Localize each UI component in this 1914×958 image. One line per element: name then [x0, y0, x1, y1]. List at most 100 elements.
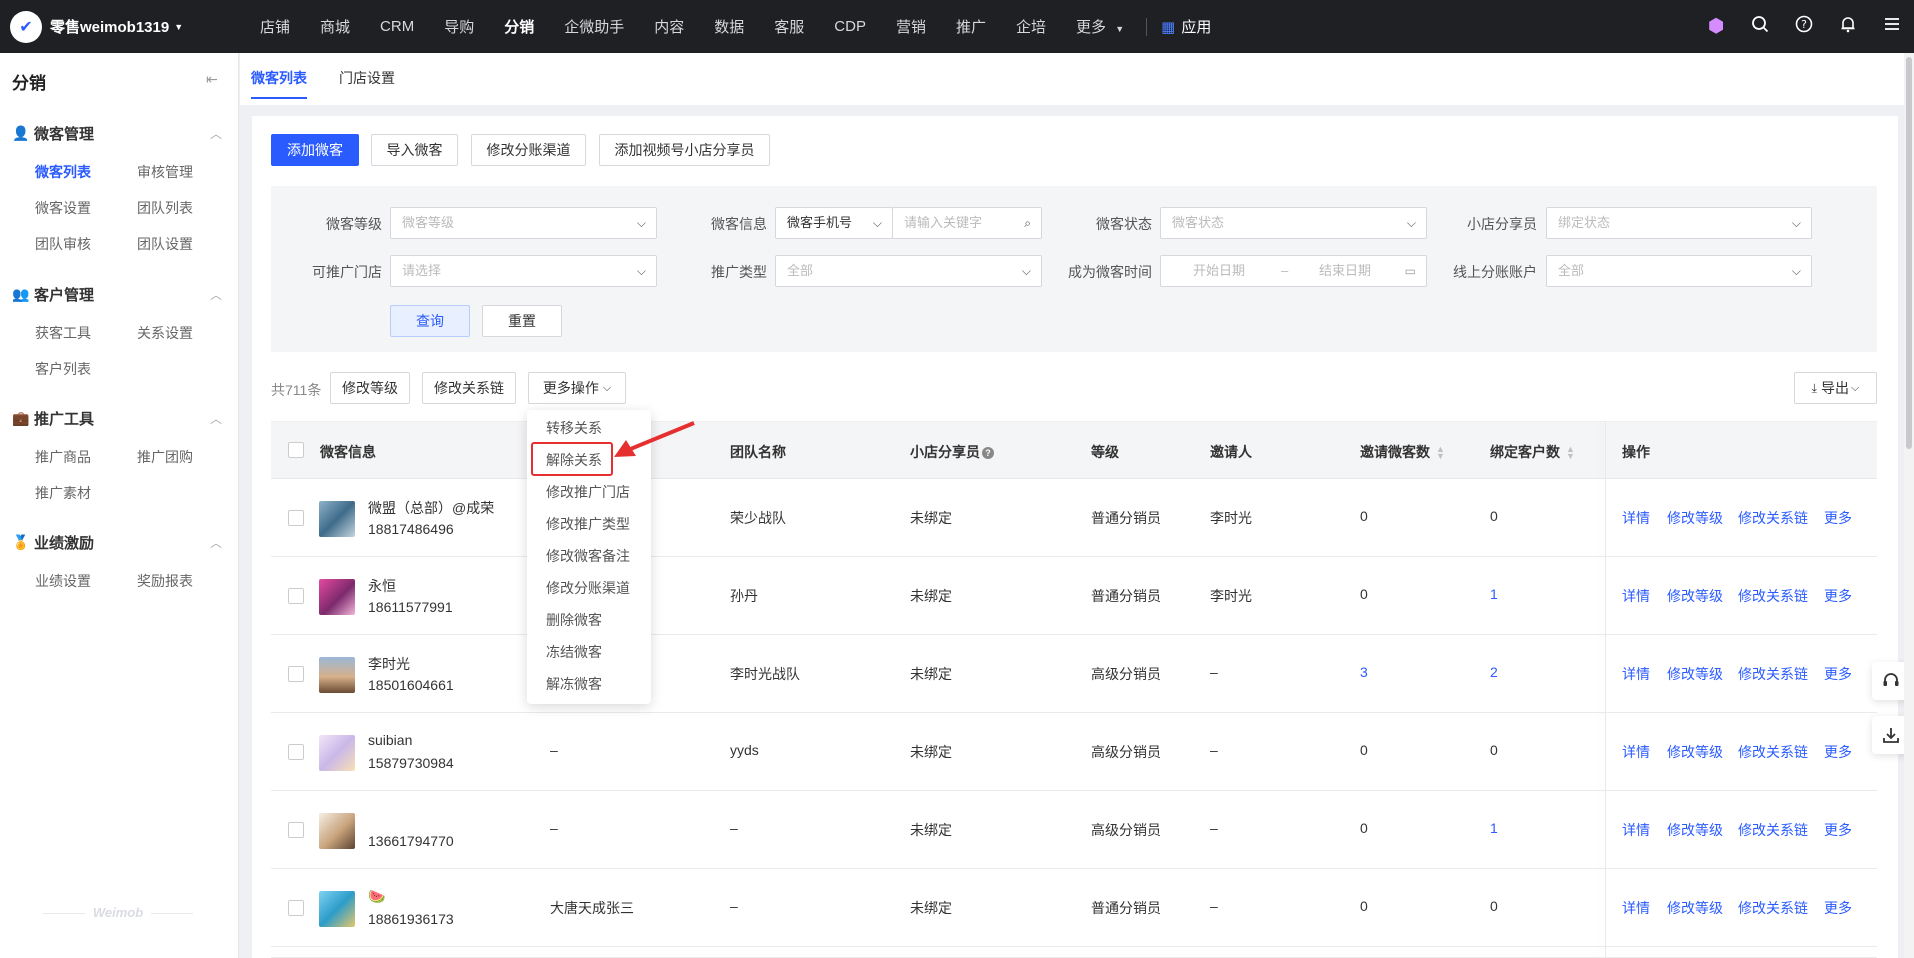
- reset-button[interactable]: 重置: [482, 305, 562, 337]
- sort-icon[interactable]: ▲ ▼: [1436, 445, 1445, 461]
- account-select[interactable]: 全部 ⌵: [1546, 255, 1812, 287]
- menu-item-delete-partner[interactable]: 删除微客: [546, 610, 602, 630]
- search-icon[interactable]: [1738, 15, 1782, 39]
- edit-level-link[interactable]: 修改等级: [1667, 742, 1723, 762]
- query-button[interactable]: 查询: [390, 305, 470, 337]
- info-type-select[interactable]: 微客手机号 ⌵: [775, 207, 893, 239]
- keyword-input[interactable]: 请输入关键字 ⌕: [892, 207, 1042, 239]
- sidebar-group-customer-mgmt[interactable]: 👥 客户管理 ︿: [12, 284, 222, 305]
- sidebar-item-performance-settings[interactable]: 业绩设置: [35, 571, 91, 591]
- edit-split-channel-button[interactable]: 修改分账渠道: [471, 134, 586, 166]
- cell-bound[interactable]: 1: [1490, 586, 1498, 602]
- row-checkbox[interactable]: [288, 822, 304, 838]
- edit-chain-link[interactable]: 修改关系链: [1738, 742, 1808, 762]
- search-icon[interactable]: ⌕: [1024, 208, 1031, 238]
- cell-bound[interactable]: 2: [1490, 664, 1498, 680]
- more-link[interactable]: 更多: [1824, 664, 1852, 684]
- edit-level-link[interactable]: 修改等级: [1667, 508, 1723, 528]
- sidebar-group-performance[interactable]: 🏅 业绩激励 ︿: [12, 532, 222, 553]
- sidebar-item-customer-list[interactable]: 客户列表: [35, 359, 91, 379]
- sidebar-item-promo-products[interactable]: 推广商品: [35, 447, 91, 467]
- edit-chain-link[interactable]: 修改关系链: [1738, 664, 1808, 684]
- sidebar-item-reward-report[interactable]: 奖励报表: [137, 571, 193, 591]
- nav-data[interactable]: 数据: [714, 16, 744, 37]
- tab-store-settings[interactable]: 门店设置: [339, 68, 395, 88]
- edit-level-link[interactable]: 修改等级: [1667, 898, 1723, 918]
- hexagon-app-icon[interactable]: ⬢: [1694, 15, 1738, 38]
- brand-switcher[interactable]: ✔ 零售weimob1319 ▼: [10, 10, 240, 43]
- help-icon[interactable]: ?: [1782, 15, 1826, 39]
- add-video-sharer-button[interactable]: 添加视频号小店分享员: [599, 134, 770, 166]
- nav-store[interactable]: 店铺: [260, 16, 290, 37]
- edit-chain-link[interactable]: 修改关系链: [1738, 820, 1808, 840]
- detail-link[interactable]: 详情: [1622, 820, 1650, 840]
- sidebar-item-team-settings[interactable]: 团队设置: [137, 234, 193, 254]
- nav-guide[interactable]: 导购: [444, 16, 474, 37]
- add-partner-button[interactable]: 添加微客: [271, 134, 359, 166]
- row-checkbox[interactable]: [288, 666, 304, 682]
- scrollbar-thumb[interactable]: [1906, 57, 1912, 449]
- help-icon[interactable]: ?: [982, 447, 994, 460]
- bell-icon[interactable]: [1826, 15, 1870, 39]
- edit-level-link[interactable]: 修改等级: [1667, 586, 1723, 606]
- nav-cdp[interactable]: CDP: [834, 18, 866, 35]
- sidebar-item-review[interactable]: 审核管理: [137, 162, 193, 182]
- more-actions-button[interactable]: 更多操作 ⌵: [528, 372, 626, 404]
- menu-item-edit-remark[interactable]: 修改微客备注: [546, 546, 630, 566]
- export-button[interactable]: ⤓ 导出 ⌵: [1794, 372, 1877, 404]
- menu-item-edit-store[interactable]: 修改推广门店: [546, 482, 630, 502]
- select-all-checkbox[interactable]: [288, 442, 304, 458]
- more-link[interactable]: 更多: [1824, 820, 1852, 840]
- nav-content[interactable]: 内容: [654, 16, 684, 37]
- sidebar-group-promo-tools[interactable]: 💼 推广工具 ︿: [12, 408, 222, 429]
- cell-invited[interactable]: 3: [1360, 664, 1368, 680]
- menu-icon[interactable]: [1870, 15, 1914, 39]
- promo-type-select[interactable]: 全部 ⌵: [775, 255, 1042, 287]
- collapse-sidebar-icon[interactable]: ⇤: [206, 71, 218, 88]
- import-partner-button[interactable]: 导入微客: [371, 134, 458, 166]
- menu-item-transfer-relation[interactable]: 转移关系: [546, 418, 602, 438]
- nav-promotion[interactable]: 推广: [956, 16, 986, 37]
- sidebar-item-relation-settings[interactable]: 关系设置: [137, 323, 193, 343]
- status-select[interactable]: 微客状态 ⌵: [1160, 207, 1427, 239]
- nav-distribution[interactable]: 分销: [504, 16, 534, 37]
- store-select[interactable]: 请选择 ⌵: [390, 255, 657, 287]
- header-invited-count[interactable]: 邀请微客数 ▲ ▼: [1360, 442, 1445, 462]
- detail-link[interactable]: 详情: [1622, 742, 1650, 762]
- nav-apps[interactable]: ▦ 应用: [1161, 16, 1211, 37]
- nav-service[interactable]: 客服: [774, 16, 804, 37]
- sidebar-item-team-review[interactable]: 团队审核: [35, 234, 91, 254]
- row-checkbox[interactable]: [288, 900, 304, 916]
- menu-item-freeze-partner[interactable]: 冻结微客: [546, 642, 602, 662]
- sidebar-item-acquisition-tools[interactable]: 获客工具: [35, 323, 91, 343]
- sidebar-item-promo-materials[interactable]: 推广素材: [35, 483, 91, 503]
- row-checkbox[interactable]: [288, 510, 304, 526]
- cell-bound[interactable]: 1: [1490, 820, 1498, 836]
- sidebar-group-partner-mgmt[interactable]: 👤 微客管理 ︿: [12, 123, 222, 144]
- level-select[interactable]: 微客等级 ⌵: [390, 207, 657, 239]
- menu-item-unfreeze-partner[interactable]: 解冻微客: [546, 674, 602, 694]
- detail-link[interactable]: 详情: [1622, 898, 1650, 918]
- edit-chain-link[interactable]: 修改关系链: [1738, 898, 1808, 918]
- tab-partner-list[interactable]: 微客列表: [251, 68, 307, 88]
- edit-level-link[interactable]: 修改等级: [1667, 664, 1723, 684]
- sidebar-item-promo-groupbuy[interactable]: 推广团购: [137, 447, 193, 467]
- menu-item-edit-split-channel[interactable]: 修改分账渠道: [546, 578, 630, 598]
- nav-training[interactable]: 企培: [1016, 16, 1046, 37]
- sidebar-item-partner-settings[interactable]: 微客设置: [35, 198, 91, 218]
- edit-level-link[interactable]: 修改等级: [1667, 820, 1723, 840]
- more-link[interactable]: 更多: [1824, 742, 1852, 762]
- sort-icon[interactable]: ▲ ▼: [1566, 445, 1575, 461]
- nav-crm[interactable]: CRM: [380, 18, 414, 35]
- menu-item-edit-promo-type[interactable]: 修改推广类型: [546, 514, 630, 534]
- nav-more[interactable]: 更多 ▼: [1076, 16, 1124, 37]
- date-range-picker[interactable]: 开始日期 – 结束日期 ▭: [1160, 255, 1427, 287]
- row-checkbox[interactable]: [288, 744, 304, 760]
- detail-link[interactable]: 详情: [1622, 508, 1650, 528]
- row-checkbox[interactable]: [288, 588, 304, 604]
- edit-chain-link[interactable]: 修改关系链: [1738, 586, 1808, 606]
- edit-chain-link[interactable]: 修改关系链: [1738, 508, 1808, 528]
- page-scrollbar[interactable]: [1904, 53, 1914, 958]
- sharer-select[interactable]: 绑定状态 ⌵: [1546, 207, 1812, 239]
- sidebar-item-team-list[interactable]: 团队列表: [137, 198, 193, 218]
